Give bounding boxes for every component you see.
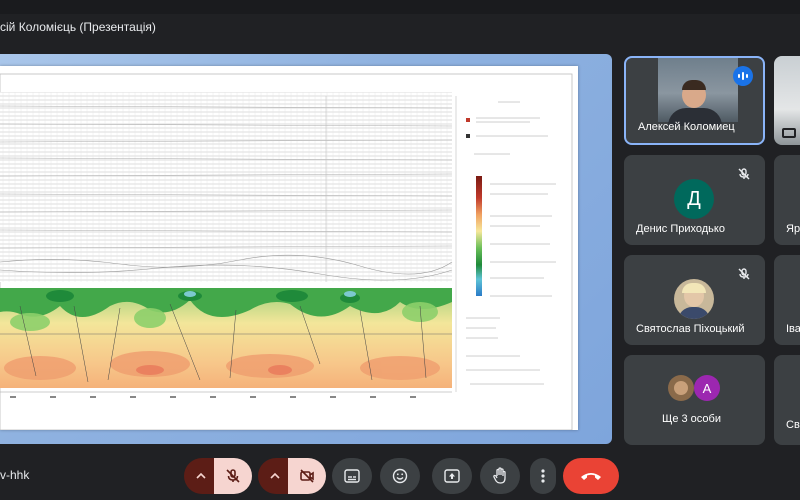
person-hair	[682, 80, 706, 90]
participant-tile-clipped-3[interactable]: Іва	[774, 255, 800, 345]
participant-name: Алексей Коломиец	[638, 121, 735, 133]
participant-tile-clipped-1[interactable]	[774, 56, 800, 145]
mic-off-icon	[735, 265, 753, 283]
participant-name: Св	[786, 419, 800, 431]
mic-options-button[interactable]	[184, 458, 218, 494]
participant-name: Іва	[786, 323, 800, 335]
meeting-code: v-hhk	[0, 468, 30, 482]
raise-hand-icon	[493, 467, 506, 484]
mic-off-icon	[735, 165, 753, 183]
presentation-stage	[0, 54, 612, 444]
avatar-photo-small	[668, 375, 694, 401]
participant-tile-speaker[interactable]: Алексей Коломиец	[624, 56, 765, 145]
avatar-photo-body	[678, 307, 710, 319]
more-vert-icon	[541, 469, 545, 483]
more-options-button[interactable]	[530, 458, 556, 494]
slide-drawing	[0, 66, 578, 430]
avatar-initial: Д	[687, 187, 701, 210]
participant-name: Яр	[786, 223, 800, 235]
raise-hand-button[interactable]	[480, 458, 520, 494]
top-strip	[0, 0, 800, 14]
avatar-photo-face	[674, 381, 688, 395]
end-call-icon	[581, 473, 601, 480]
participant-name: Ще 3 особи	[662, 413, 721, 425]
participant-tile-more[interactable]: A Ще 3 особи	[624, 355, 765, 445]
end-call-button[interactable]	[563, 458, 619, 494]
speaking-indicator-icon	[733, 66, 753, 86]
avatar	[674, 279, 714, 319]
present-icon	[444, 469, 460, 483]
captions-button[interactable]	[332, 458, 372, 494]
participant-video	[658, 58, 738, 126]
chevron-up-icon	[196, 472, 206, 479]
participant-tile-sviatoslav[interactable]: Святослав Піхоцький	[624, 255, 765, 345]
presenter-title: сій Коломієць (Презентація)	[0, 20, 156, 34]
chevron-up-icon	[270, 472, 280, 479]
camera-toggle-button[interactable]	[288, 458, 326, 494]
participant-tile-clipped-2[interactable]: Яр	[774, 155, 800, 245]
camera-off-icon	[300, 469, 314, 483]
emoji-icon	[392, 468, 408, 484]
avatar-initial: A	[702, 380, 712, 396]
participant-name: Святослав Піхоцький	[636, 323, 745, 335]
avatar: Д	[674, 179, 714, 219]
participant-tile-denys[interactable]: Д Денис Приходько	[624, 155, 765, 245]
avatar-photo-hair	[682, 283, 706, 293]
present-button[interactable]	[432, 458, 472, 494]
participant-tile-clipped-4[interactable]: Св	[774, 355, 800, 445]
mic-toggle-button[interactable]	[214, 458, 252, 494]
emoji-button[interactable]	[380, 458, 420, 494]
mic-off-icon	[226, 469, 240, 483]
avatar: A	[694, 375, 720, 401]
captions-icon	[344, 469, 360, 483]
screen-share-icon	[782, 128, 796, 138]
presentation-slide	[0, 66, 578, 430]
participant-name: Денис Приходько	[636, 223, 725, 235]
camera-options-button[interactable]	[258, 458, 292, 494]
